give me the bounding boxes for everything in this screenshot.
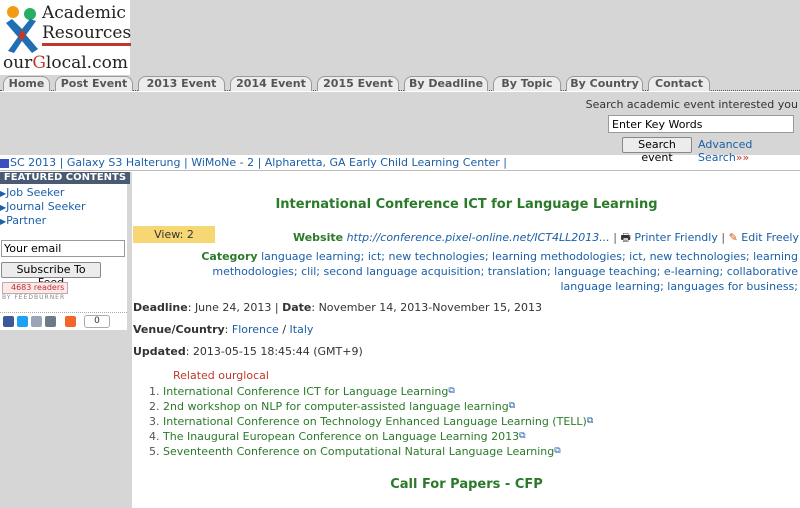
updated-line: Updated: 2013-05-15 18:45:44 (GMT+9)	[133, 345, 363, 358]
logo-text-resources: Resources	[42, 23, 132, 46]
category-block: Category language learning; ict; new tec…	[158, 249, 798, 294]
edit-freely-link[interactable]: Edit Freely	[741, 231, 799, 244]
tab-home[interactable]: Home	[3, 76, 50, 91]
related-list: 1. International Conference ICT for Lang…	[149, 384, 593, 459]
search-event-button[interactable]: Search event	[622, 137, 692, 164]
list-item: 2. 2nd workshop on NLP for computer-assi…	[149, 400, 516, 413]
subscribe-button[interactable]: Subscribe To Feed	[1, 262, 101, 289]
main-content: International Conference ICT for Languag…	[133, 172, 800, 508]
search-label: Search academic event interested you	[585, 98, 798, 111]
pencil-icon: ✎	[728, 231, 738, 244]
venue-country-link[interactable]: Italy	[290, 323, 314, 336]
tab-by-deadline[interactable]: By Deadline	[404, 76, 488, 91]
related-link[interactable]: Seventeenth Conference on Computational …	[163, 445, 554, 458]
list-item: 5. Seventeenth Conference on Computation…	[149, 445, 561, 458]
twitter-icon[interactable]	[17, 316, 28, 327]
sidebar-item-partner[interactable]: ▶Partner	[0, 214, 127, 228]
search-panel: Search academic event interested you Sea…	[0, 92, 800, 164]
main-nav: Home Post Event 2013 Event 2014 Event 20…	[0, 75, 800, 91]
logo-text-academic: Academic	[42, 3, 126, 23]
list-item: 1. International Conference ICT for Lang…	[149, 385, 455, 398]
related-link[interactable]: The Inaugural European Conference on Lan…	[163, 430, 519, 443]
related-link[interactable]: 2nd workshop on NLP for computer-assiste…	[163, 400, 509, 413]
ticker-text[interactable]: SC 2013 | Galaxy S3 Halterung | WiMoNe -…	[10, 156, 507, 169]
date-value: November 14, 2013-November 15, 2013	[318, 301, 542, 314]
logo-text-domain: ourGlocal.com	[3, 53, 128, 73]
tab-2015-event[interactable]: 2015 Event	[317, 76, 399, 91]
search-input[interactable]	[608, 115, 794, 133]
external-link-icon: ⧉	[508, 401, 516, 411]
featured-contents-header: FEATURED CONTENTS	[0, 172, 130, 184]
external-link-icon: ⧉	[519, 431, 526, 441]
view-count-badge: View: 2	[133, 226, 215, 243]
logo-figure-icon	[6, 6, 38, 53]
readers-badge[interactable]: 4683 readers	[2, 282, 68, 294]
tab-2014-event[interactable]: 2014 Event	[230, 76, 312, 91]
sidebar: FEATURED CONTENTS ▶Job Seeker ▶Journal S…	[0, 172, 132, 508]
event-title: International Conference ICT for Languag…	[275, 197, 658, 212]
venue-city-link[interactable]: Florence	[232, 323, 279, 336]
tab-by-country[interactable]: By Country	[566, 76, 643, 91]
list-item: 4. The Inaugural European Conference on …	[149, 430, 526, 443]
addthis-plus-icon[interactable]	[65, 316, 76, 327]
share-bar: 0	[0, 312, 127, 330]
deadline-date-line: Deadline: June 24, 2013 | Date: November…	[133, 301, 542, 314]
tab-by-topic[interactable]: By Topic	[493, 76, 561, 91]
rss-icon	[0, 158, 9, 168]
email-icon[interactable]	[31, 316, 42, 327]
facebook-icon[interactable]	[3, 316, 14, 327]
feedburner-label: BY FEEDBURNER	[2, 294, 66, 301]
related-heading: Related ourglocal	[173, 369, 269, 382]
external-link-icon: ⧉	[554, 446, 561, 456]
website-label: Website	[292, 231, 344, 244]
share-counter: 0	[84, 315, 110, 328]
cfp-heading: Call For Papers - CFP	[390, 477, 543, 492]
tab-post-event[interactable]: Post Event	[55, 76, 133, 91]
updated-value: 2013-05-15 18:45:44 (GMT+9)	[192, 345, 363, 358]
printer-icon: 🖶	[620, 231, 631, 244]
news-ticker[interactable]: SC 2013 | Galaxy S3 Halterung | WiMoNe -…	[0, 156, 800, 171]
print-icon[interactable]	[45, 316, 56, 327]
sidebar-item-job-seeker[interactable]: ▶Job Seeker	[0, 186, 127, 200]
sidebar-item-journal-seeker[interactable]: ▶Journal Seeker	[0, 200, 127, 214]
email-field[interactable]	[1, 240, 125, 257]
deadline-value: June 24, 2013	[194, 301, 272, 314]
category-label: Category	[201, 250, 258, 263]
list-item: 3. International Conference on Technolog…	[149, 415, 594, 428]
related-link[interactable]: International Conference ICT for Languag…	[163, 385, 448, 398]
tab-contact[interactable]: Contact	[648, 76, 710, 91]
external-link-icon: ⧉	[448, 386, 455, 396]
external-link-icon: ⧉	[586, 416, 594, 426]
related-link[interactable]: International Conference on Technology E…	[163, 415, 587, 428]
venue-line: Venue/Country: Florence / Italy	[133, 323, 314, 336]
printer-friendly-link[interactable]: Printer Friendly	[634, 231, 717, 244]
site-logo[interactable]: Academic Resources ourGlocal.com	[0, 0, 132, 75]
header: Academic Resources ourGlocal.com	[0, 0, 800, 75]
website-line: Website http://conference.pixel-online.n…	[292, 231, 799, 244]
website-link[interactable]: http://conference.pixel-online.net/ICT4L…	[347, 231, 610, 244]
tab-2013-event[interactable]: 2013 Event	[138, 76, 225, 91]
category-list[interactable]: language learning; ict; new technologies…	[212, 250, 798, 293]
